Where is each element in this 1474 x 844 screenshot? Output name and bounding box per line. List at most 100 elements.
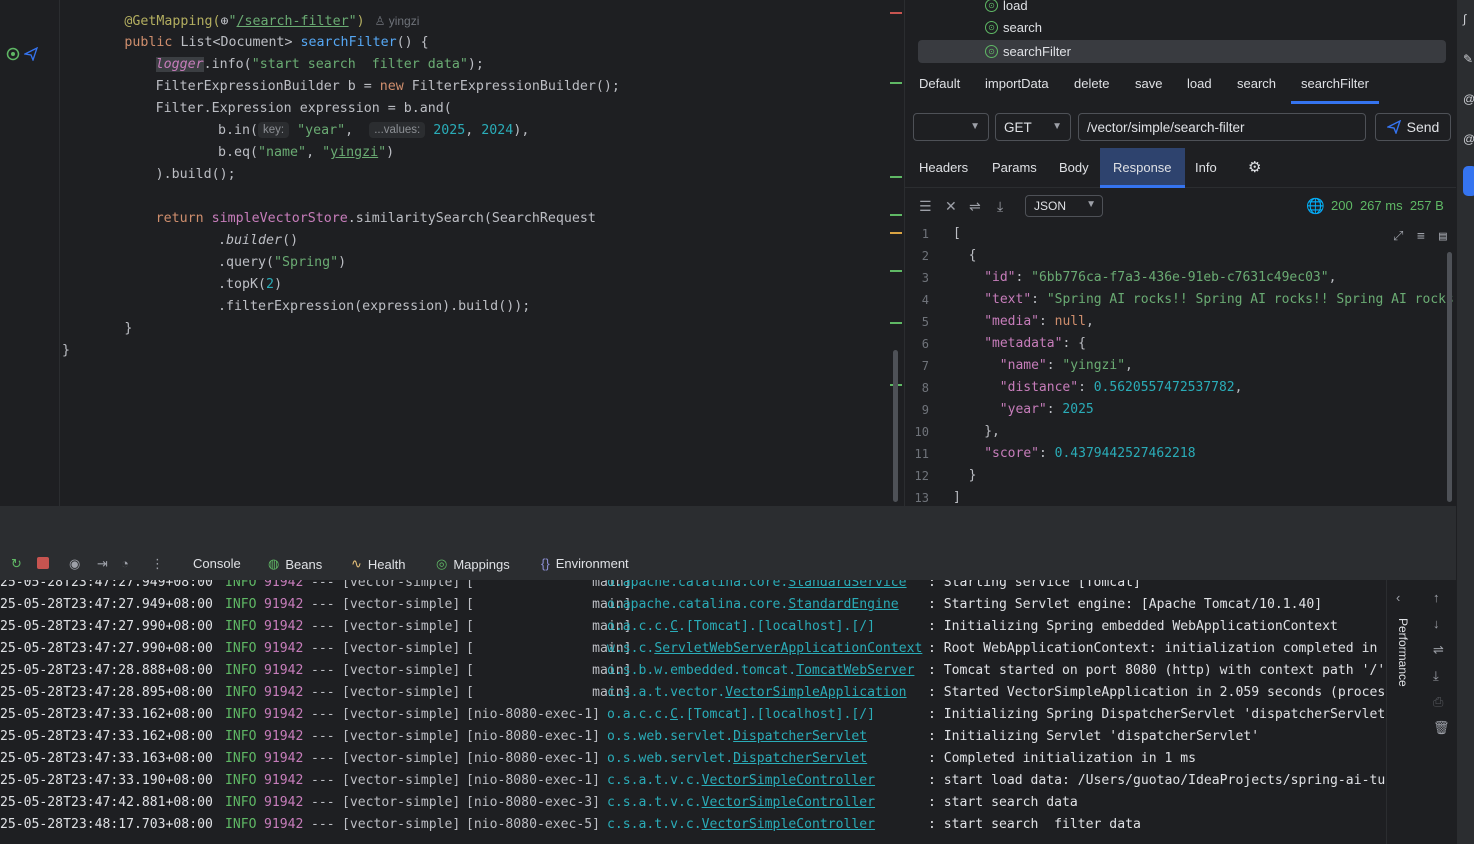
author-hint[interactable]: ♙ yingzi <box>365 14 420 28</box>
arrow-up-icon[interactable]: ↑ <box>1433 590 1440 605</box>
json-token: : <box>1038 314 1055 329</box>
tab-info[interactable]: Info <box>1182 148 1230 188</box>
tab-label: Mappings <box>453 556 510 572</box>
performance-tab[interactable]: Performance <box>1390 618 1410 687</box>
tab-importdata[interactable]: importData <box>985 76 1049 91</box>
error-marker[interactable] <box>890 12 902 14</box>
wrap-icon[interactable]: ≡ <box>1417 229 1425 244</box>
json-token: "year" <box>999 402 1047 417</box>
response-scroll-thumb[interactable] <box>1447 252 1452 502</box>
soft-wrap-icon[interactable]: ⇌ <box>1433 642 1444 658</box>
editor-scrollbar[interactable] <box>888 0 904 506</box>
right-tool-stripe: ∫ ✎ @ @ <box>1456 0 1474 844</box>
url-input[interactable]: /vector/simple/search-filter <box>1078 113 1366 141</box>
line-number: 10 <box>914 425 929 439</box>
log-separator: --- <box>311 597 335 612</box>
scroll-to-end-icon[interactable]: ⤓ <box>1433 668 1439 684</box>
tab-default[interactable]: Default <box>919 76 960 91</box>
line-number: 13 <box>914 491 929 505</box>
console-output[interactable]: 25-05-28T23:47:27.949+08:00 INFO 91942 --- [… <box>0 580 1386 844</box>
code-token: searchFilter <box>300 35 397 50</box>
expand-icon[interactable]: ⤢ <box>1393 229 1403 244</box>
log-logger-link[interactable]: c.s.a.t.vector.VectorSimpleApplication <box>607 685 907 700</box>
log-logger-link[interactable]: w.s.c.ServletWebServerApplicationContext <box>607 641 922 656</box>
log-separator: --- <box>311 773 335 788</box>
response-body[interactable]: ⤢ ≡ ▤ 1 [2 {3 "id": "6bb776ca-f7a3-436e-91e… <box>905 222 1456 506</box>
tab-headers[interactable]: Headers <box>906 148 981 188</box>
collapse-icon[interactable]: ✕ <box>945 198 957 215</box>
more-icon[interactable]: ⋮ <box>151 556 164 572</box>
trash-icon[interactable]: 🗑 <box>1433 720 1450 736</box>
log-logger-link[interactable]: o.apache.catalina.core.StandardEngine <box>607 597 899 612</box>
arrow-down-icon[interactable]: ↓ <box>1433 616 1440 631</box>
format-select[interactable]: JSON ▼ <box>1025 195 1103 217</box>
tab-beans[interactable]: ◍ Beans <box>268 556 322 572</box>
tool-icon[interactable]: @ <box>1463 132 1474 146</box>
soft-wrap-icon[interactable]: ⇌ <box>969 198 981 215</box>
tree-item-searchfilter[interactable]: ⊙ searchFilter <box>985 40 1071 62</box>
environment-select[interactable]: ▼ <box>913 113 989 141</box>
tree-item-load[interactable]: ⊙ load <box>985 0 1028 16</box>
json-token: "name" <box>999 358 1047 373</box>
log-timestamp: 25-05-28T23:47:27.949+08:00 <box>0 580 213 590</box>
log-logger-link[interactable]: o.s.web.servlet.DispatcherServlet <box>607 729 867 744</box>
tab-health[interactable]: ∿ Health <box>351 556 405 572</box>
tab-console[interactable]: Console <box>193 556 241 571</box>
log-logger-link[interactable]: c.s.a.t.v.c.VectorSimpleController <box>607 773 875 788</box>
download-icon[interactable]: ⤓ <box>997 198 1003 215</box>
line-number: 1 <box>921 227 929 241</box>
tab-mappings[interactable]: ◎ Mappings <box>436 556 510 572</box>
log-logger-link[interactable]: o.a.c.c.C.[Tomcat].[localhost].[/] <box>607 619 875 634</box>
spring-bean-icon[interactable] <box>6 47 20 61</box>
tab-save[interactable]: save <box>1135 76 1162 91</box>
tab-response[interactable]: Response <box>1100 148 1185 188</box>
panel-divider[interactable] <box>0 506 1456 548</box>
tab-searchfilter[interactable]: searchFilter <box>1301 76 1369 91</box>
tab-load[interactable]: load <box>1187 76 1212 91</box>
chevron-left-icon[interactable]: ‹ <box>1396 590 1400 605</box>
tab-delete[interactable]: delete <box>1074 76 1109 91</box>
list-icon[interactable]: ☰ <box>919 198 932 215</box>
stop-icon[interactable] <box>37 557 49 572</box>
send-request-icon[interactable] <box>24 47 38 61</box>
http-client-tool-button[interactable] <box>1463 166 1474 196</box>
log-timestamp: 25-05-28T23:47:33.162+08:00 <box>0 729 213 744</box>
document-icon[interactable]: ▤ <box>1439 229 1447 244</box>
tab-body[interactable]: Body <box>1046 148 1102 188</box>
code-editor[interactable]: @GetMapping(⊕"/search-filter") ♙ yingzi p… <box>0 0 904 506</box>
tab-params[interactable]: Params <box>979 148 1050 188</box>
log-logger-link[interactable]: o.s.b.w.embedded.tomcat.TomcatWebServer <box>607 663 914 678</box>
gauge-icon[interactable]: ◔ <box>121 556 129 571</box>
json-line: "media": null, <box>953 314 1094 336</box>
tree-item-search[interactable]: ⊙ search <box>985 16 1042 38</box>
editor-scroll-thumb[interactable] <box>893 350 898 502</box>
rerun-icon[interactable]: ↻ <box>11 556 22 572</box>
log-app: [vector-simple] <box>342 685 461 700</box>
code-content[interactable]: @GetMapping(⊕"/search-filter") ♙ yingzi p… <box>62 10 620 362</box>
change-marker[interactable] <box>890 176 902 178</box>
active-tab-indicator <box>1291 101 1379 104</box>
tab-search[interactable]: search <box>1237 76 1276 91</box>
change-marker[interactable] <box>890 82 902 84</box>
exit-icon[interactable]: ⇥ <box>97 556 108 572</box>
gear-icon[interactable]: ⚙ <box>1235 148 1274 188</box>
change-marker[interactable] <box>890 322 902 324</box>
tool-icon[interactable]: @ <box>1463 92 1474 106</box>
log-level: INFO <box>225 580 257 590</box>
log-logger-link[interactable]: o.apache.catalina.core.StandardService <box>607 580 907 590</box>
change-marker[interactable] <box>890 214 902 216</box>
camera-icon[interactable]: ◉ <box>69 556 80 572</box>
line-number: 3 <box>921 271 929 285</box>
tool-icon[interactable]: ∫ <box>1463 12 1466 26</box>
log-logger-link[interactable]: o.a.c.c.C.[Tomcat].[localhost].[/] <box>607 707 875 722</box>
tool-icon[interactable]: ✎ <box>1463 52 1473 66</box>
tab-environment[interactable]: {} Environment <box>541 556 629 571</box>
log-logger-link[interactable]: c.s.a.t.v.c.VectorSimpleController <box>607 817 875 832</box>
log-logger-link[interactable]: o.s.web.servlet.DispatcherServlet <box>607 751 867 766</box>
change-marker[interactable] <box>890 270 902 272</box>
log-app: [vector-simple] <box>342 817 461 832</box>
warning-marker[interactable] <box>890 232 902 234</box>
send-button[interactable]: Send <box>1375 113 1451 141</box>
method-select[interactable]: GET ▼ <box>995 113 1071 141</box>
log-logger-link[interactable]: c.s.a.t.v.c.VectorSimpleController <box>607 795 875 810</box>
